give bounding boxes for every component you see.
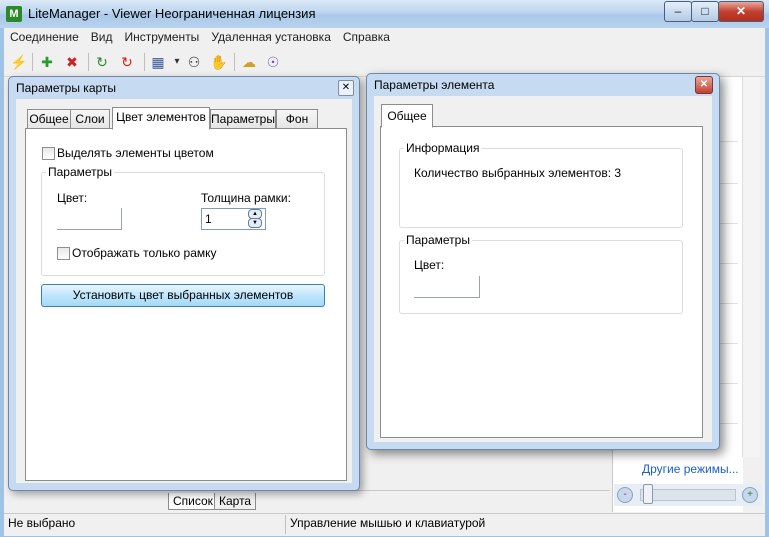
toolbar-separator bbox=[88, 53, 89, 71]
map-dialog-close-button[interactable]: ✕ bbox=[338, 80, 354, 96]
refresh-red-icon[interactable]: ↻ bbox=[119, 54, 135, 70]
tab-list[interactable]: Список bbox=[168, 493, 218, 510]
menu-tools[interactable]: Инструменты bbox=[118, 28, 205, 48]
color-label: Цвет: bbox=[57, 191, 88, 205]
tab-background[interactable]: Фон bbox=[276, 109, 318, 130]
dropdown-icon[interactable]: ▾ bbox=[169, 54, 185, 70]
window-title: LiteManager - Viewer Неограниченная лице… bbox=[28, 6, 316, 21]
toolbar-separator bbox=[234, 53, 235, 71]
frame-width-value: 1 bbox=[205, 212, 212, 226]
tab-element-color[interactable]: Цвет элементов bbox=[112, 107, 210, 130]
apply-color-button[interactable]: Установить цвет выбранных элементов bbox=[41, 284, 325, 307]
status-control-mode: Управление мышью и клавиатурой bbox=[290, 516, 486, 530]
network-icon[interactable]: ☉ bbox=[265, 54, 281, 70]
element-color-picker[interactable] bbox=[414, 276, 480, 298]
tab-element-general[interactable]: Общее bbox=[381, 104, 433, 128]
add-icon[interactable]: ✚ bbox=[39, 54, 55, 70]
menu-view[interactable]: Вид bbox=[85, 28, 119, 48]
refresh-icon[interactable]: ↻ bbox=[94, 54, 110, 70]
element-dialog-title: Параметры элемента bbox=[374, 78, 495, 92]
zoom-slider-thumb[interactable] bbox=[643, 484, 653, 504]
element-color-label: Цвет: bbox=[414, 258, 445, 272]
element-params-group-label: Параметры bbox=[404, 233, 472, 247]
status-selection: Не выбрано bbox=[8, 516, 76, 530]
right-panel-scrollbar[interactable] bbox=[742, 77, 760, 457]
menu-connection[interactable]: Соединение bbox=[4, 28, 85, 48]
close-button[interactable]: ✕ bbox=[718, 1, 764, 22]
frame-width-spinner[interactable]: ▲ ▼ bbox=[248, 209, 262, 228]
view-grid-icon[interactable]: ▦ bbox=[150, 54, 166, 70]
menu-help[interactable]: Справка bbox=[337, 28, 396, 48]
color-picker[interactable] bbox=[57, 208, 122, 230]
tab-general[interactable]: Общее bbox=[27, 109, 71, 130]
status-separator bbox=[285, 515, 286, 534]
maximize-button[interactable]: □ bbox=[691, 1, 719, 22]
delete-icon[interactable]: ✖ bbox=[64, 54, 80, 70]
minimize-button[interactable]: – bbox=[664, 1, 692, 22]
hand-icon[interactable]: ✋ bbox=[210, 54, 227, 70]
element-dialog-close-button[interactable]: ✕ bbox=[695, 76, 713, 94]
frame-only-checkbox-label: Отображать только рамку bbox=[72, 246, 217, 260]
view-tabs: Список Карта bbox=[160, 490, 610, 513]
app-logo-icon: M bbox=[6, 6, 22, 22]
toolbar-separator bbox=[32, 53, 33, 71]
other-modes-link[interactable]: Другие режимы... bbox=[642, 462, 739, 476]
tab-map[interactable]: Карта bbox=[214, 493, 257, 510]
toolbar-separator bbox=[144, 53, 145, 71]
frame-width-label: Толщина рамки: bbox=[201, 191, 291, 205]
info-group bbox=[399, 148, 683, 228]
menu-remote-install[interactable]: Удаленная установка bbox=[205, 28, 337, 48]
frame-only-checkbox[interactable] bbox=[57, 247, 70, 260]
horizontal-scrollbar[interactable] bbox=[360, 456, 610, 490]
spin-down-icon[interactable]: ▼ bbox=[248, 218, 262, 228]
zoom-out-icon[interactable]: - bbox=[617, 487, 633, 503]
selected-count-text: Количество выбранных элементов: 3 bbox=[414, 166, 622, 180]
tab-layers[interactable]: Слои bbox=[70, 109, 110, 130]
chat-icon[interactable]: ☁ bbox=[241, 54, 257, 70]
highlight-checkbox[interactable] bbox=[42, 147, 55, 160]
zoom-in-icon[interactable]: + bbox=[742, 487, 758, 503]
zoom-slider[interactable] bbox=[640, 489, 736, 501]
binoculars-icon[interactable]: ⚇ bbox=[186, 54, 202, 70]
map-dialog-title: Параметры карты bbox=[16, 81, 117, 95]
menu-bar: Соединение Вид Инструменты Удаленная устано… bbox=[4, 28, 765, 48]
highlight-checkbox-label: Выделять элементы цветом bbox=[57, 146, 214, 160]
params-group-label: Параметры bbox=[46, 165, 114, 179]
lightning-icon[interactable]: ⚡ bbox=[10, 54, 27, 70]
info-group-label: Информация bbox=[404, 141, 482, 155]
tab-parameters[interactable]: Параметры bbox=[210, 109, 276, 130]
